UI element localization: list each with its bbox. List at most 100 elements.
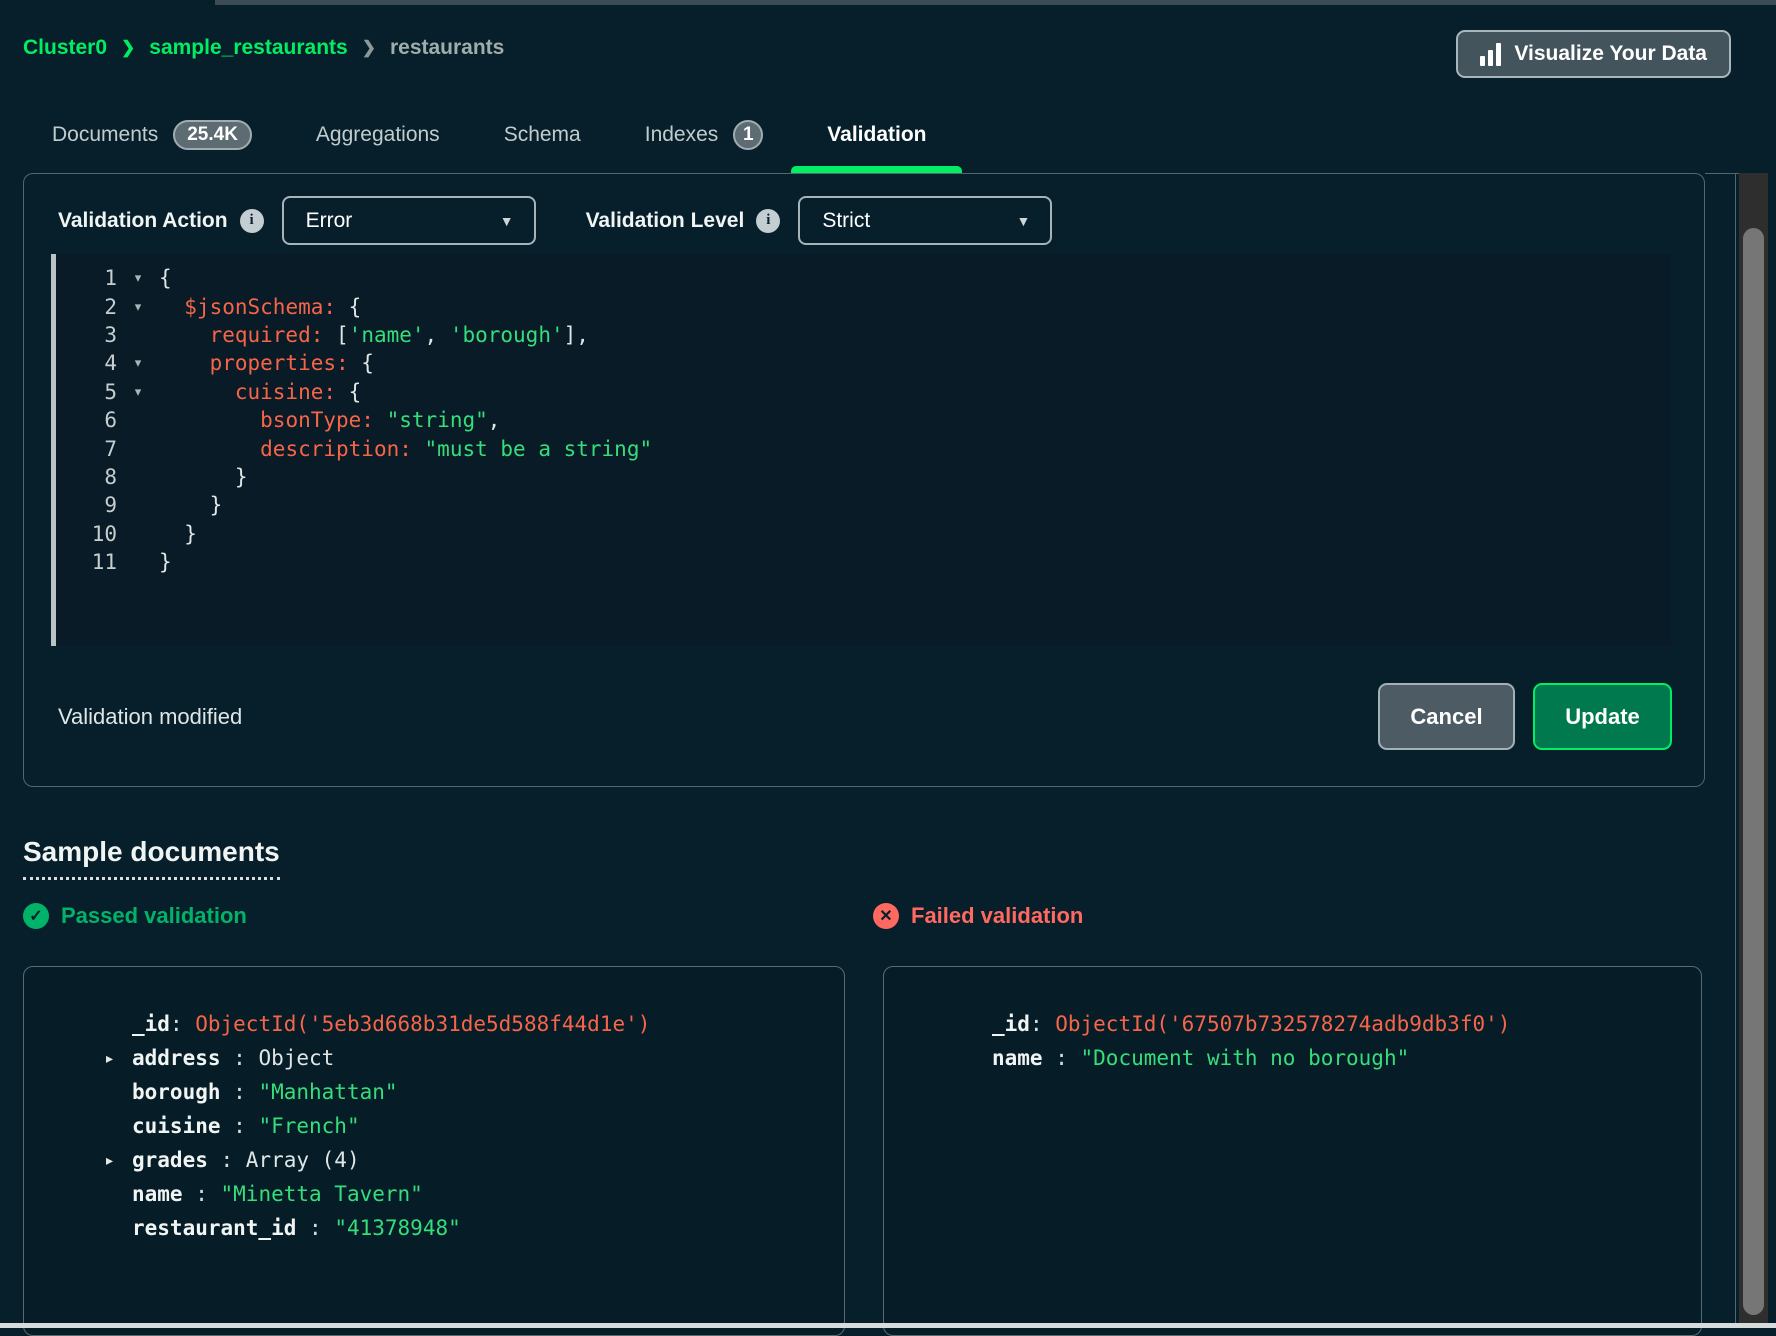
validation-action-label: Validation Action [58,209,228,233]
document-field-row: name : "Document with no borough" [966,1041,1681,1075]
field-value: "41378948" [334,1216,460,1240]
info-icon[interactable]: i [240,209,264,233]
expand-caret-icon[interactable]: ▸ [106,1152,132,1169]
validation-panel-footer: Validation modified Cancel Update [58,683,1672,750]
validation-action-select[interactable]: Error ▼ [282,196,536,245]
validation-level-label: Validation Level [586,209,745,233]
scrollbar-gutter-border [1735,173,1736,1328]
passed-validation-text: Passed validation [61,903,247,929]
line-number: 9 [51,493,117,517]
validation-action-value: Error [306,209,353,233]
tab-label: Validation [827,123,926,147]
tab-aggregations[interactable]: Aggregations [316,96,440,173]
tab-label: Indexes [645,123,719,147]
field-value: Array (4) [246,1148,360,1172]
field-name: restaurant_id [132,1216,296,1240]
field-name: _id [992,1012,1030,1036]
expand-caret-icon[interactable]: ▸ [106,1050,132,1067]
field-name: _id [132,1012,170,1036]
failed-validation-label: ✕ Failed validation [873,903,1083,929]
tabbar-border-segment [1705,173,1739,174]
validation-rule-editor[interactable]: 1▾{2▾ $jsonSchema: {3 required: ['name',… [51,254,1671,646]
field-value: "Document with no borough" [1081,1046,1410,1070]
validation-controls: Validation Action i Error ▼ Validation L… [58,196,1052,245]
line-number: 11 [51,550,117,574]
fold-triangle-icon[interactable]: ▾ [117,384,159,400]
validation-modified-status: Validation modified [58,704,242,730]
tab-documents[interactable]: Documents 25.4K [52,96,252,173]
field-separator: : [208,1148,246,1172]
document-field-row: name : "Minetta Tavern" [106,1177,824,1211]
cancel-button-label: Cancel [1410,704,1482,730]
vertical-scrollbar-thumb[interactable] [1743,228,1764,1315]
code-text: description: "must be a string" [159,437,652,461]
field-name: name [992,1046,1043,1070]
document-field-row: borough : "Manhattan" [106,1075,824,1109]
line-number: 10 [51,522,117,546]
code-text: required: ['name', 'borough'], [159,323,589,347]
code-text: properties: { [159,351,374,375]
code-line: 8 } [51,463,1671,491]
field-separator: : [221,1080,259,1104]
code-text: $jsonSchema: { [159,295,361,319]
tab-count-badge: 25.4K [173,120,252,150]
passed-document-card: _id: ObjectId('5eb3d668b31de5d588f44d1e'… [23,966,845,1336]
info-icon[interactable]: i [756,209,780,233]
line-number: 1 [51,266,117,290]
failed-document-card: _id: ObjectId('67507b732578274adb9db3f0'… [883,966,1702,1336]
cancel-button[interactable]: Cancel [1378,683,1515,750]
update-button[interactable]: Update [1533,683,1672,750]
check-circle-icon: ✓ [23,903,49,929]
fold-triangle-icon[interactable]: ▾ [117,299,159,315]
code-line: 1▾{ [51,264,1671,292]
breadcrumb-item-sample_restaurants[interactable]: sample_restaurants [149,36,347,60]
chevron-down-icon: ▼ [1016,213,1030,229]
visualize-your-data-button[interactable]: Visualize Your Data [1456,30,1731,78]
field-name: grades [132,1148,208,1172]
code-line: 6 bsonType: "string", [51,406,1671,434]
validation-level-select[interactable]: Strict ▼ [798,196,1052,245]
x-circle-icon: ✕ [873,903,899,929]
field-value: Object [258,1046,334,1070]
fold-triangle-icon[interactable]: ▾ [117,355,159,371]
field-separator: : [170,1012,195,1036]
document-field-row: cuisine : "French" [106,1109,824,1143]
code-text: } [159,550,172,574]
tab-label: Schema [504,123,581,147]
breadcrumb-item-Cluster0[interactable]: Cluster0 [23,36,107,60]
bar-chart-icon [1480,42,1501,66]
fold-triangle-icon[interactable]: ▾ [117,270,159,286]
line-number: 4 [51,351,117,375]
code-line: 5▾ cuisine: { [51,378,1671,406]
code-line: 4▾ properties: { [51,349,1671,377]
tab-label: Documents [52,123,158,147]
update-button-label: Update [1565,704,1640,730]
document-field-row: ▸address : Object [106,1041,824,1075]
collection-tab-bar: Documents 25.4K Aggregations Schema Indexes 1… [52,96,926,173]
breadcrumb-item-restaurants: restaurants [390,36,504,60]
field-value: "Minetta Tavern" [221,1182,423,1206]
code-line: 2▾ $jsonSchema: { [51,292,1671,320]
document-field-row: _id: ObjectId('5eb3d668b31de5d588f44d1e'… [106,1007,824,1041]
sample-documents-heading: Sample documents [23,836,280,880]
tab-validation[interactable]: Validation [827,96,926,173]
code-line: 10 } [51,520,1671,548]
field-separator: : [296,1216,334,1240]
tab-count-badge: 1 [733,120,763,150]
code-text: } [159,465,248,489]
code-text: } [159,522,197,546]
line-number: 6 [51,408,117,432]
line-number: 2 [51,295,117,319]
field-separator: : [183,1182,221,1206]
visualize-your-data-label: Visualize Your Data [1514,42,1707,66]
validation-level-value: Strict [822,209,870,233]
tab-schema[interactable]: Schema [504,96,581,173]
field-separator: : [221,1114,259,1138]
field-value: ObjectId('5eb3d668b31de5d588f44d1e') [195,1012,650,1036]
line-number: 5 [51,380,117,404]
code-line: 11} [51,548,1671,576]
tab-indexes[interactable]: Indexes 1 [645,96,764,173]
code-line: 7 description: "must be a string" [51,434,1671,462]
validation-panel: Validation Action i Error ▼ Validation L… [23,173,1705,787]
document-field-row: _id: ObjectId('67507b732578274adb9db3f0'… [966,1007,1681,1041]
